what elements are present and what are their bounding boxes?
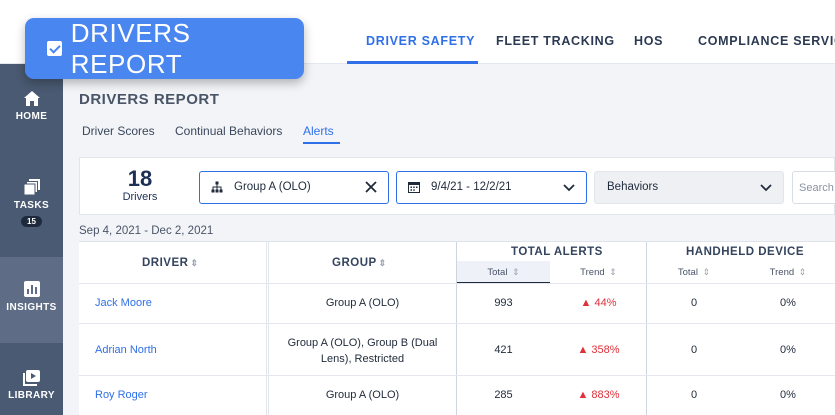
- sort-icon: ⇕: [512, 267, 520, 277]
- tab-fleet-tracking[interactable]: FLEET TRACKING: [496, 34, 615, 48]
- driver-link[interactable]: Jack Moore: [95, 297, 152, 309]
- sort-icon: ⇕: [378, 258, 387, 268]
- filter-panel: 18 Drivers Group A (OLO) 9/4/21 - 12/2/2…: [79, 157, 835, 215]
- search-input[interactable]: Search D: [792, 171, 835, 204]
- clear-icon[interactable]: [364, 180, 378, 194]
- badge-title: DRIVERS REPORT: [70, 17, 191, 79]
- sort-icon: ⇕: [702, 267, 711, 277]
- group-column-header[interactable]: GROUP ⇕: [332, 257, 387, 269]
- driver-header-label: DRIVER: [142, 257, 189, 269]
- handheld-total-subheader[interactable]: Total ⇕: [647, 261, 741, 283]
- subtab-alerts[interactable]: Alerts: [303, 124, 334, 138]
- trend-value: 883%: [591, 389, 620, 401]
- row-divider: [79, 283, 835, 284]
- trend-value: 44%: [594, 297, 617, 309]
- handheld-total-cell: 0: [690, 297, 698, 309]
- driver-count-label: Drivers: [122, 191, 158, 203]
- row-divider: [79, 323, 835, 324]
- handheld-trend-cell: 0%: [780, 389, 796, 401]
- column-divider: [266, 242, 267, 415]
- group-cell: Group A (OLO): [325, 389, 400, 401]
- trend-up-icon: ▲: [577, 389, 589, 401]
- sidebar-label-tasks: TASKS: [13, 200, 50, 211]
- main-content: DRIVERS REPORT Driver Scores Continual B…: [63, 64, 835, 415]
- group-filter-value: Group A (OLO): [234, 181, 311, 193]
- total-alerts-cell: 993: [494, 297, 513, 309]
- trend-up-icon: ▲: [577, 344, 589, 356]
- sidebar-label-library: LIBRARY: [8, 390, 55, 401]
- tab-compliance-services[interactable]: COMPLIANCE SERVICES: [698, 34, 835, 48]
- sidebar-item-insights[interactable]: INSIGHTS: [0, 257, 63, 343]
- total-alerts-cell: 285: [494, 389, 513, 401]
- handheld-trend-cell: 0%: [780, 344, 796, 356]
- sidebar-item-tasks[interactable]: TASKS 15: [0, 178, 63, 238]
- sidebar-label-home: HOME: [15, 111, 48, 122]
- trend-up-icon: ▲: [580, 297, 592, 309]
- row-divider: [79, 375, 835, 376]
- subheader-trend-label: Trend: [580, 267, 605, 278]
- alerts-table: DRIVER ⇕ GROUP ⇕ TOTAL ALERTS HANDHELD DEV…: [79, 241, 835, 415]
- trend-cell: ▲ 358%: [551, 344, 646, 356]
- tasks-icon: [23, 179, 40, 196]
- sidebar-item-library[interactable]: LIBRARY: [0, 369, 63, 415]
- sidebar-item-home[interactable]: HOME: [0, 90, 63, 140]
- tasks-count-badge: 15: [21, 216, 42, 227]
- trend-cell: ▲ 883%: [551, 389, 646, 401]
- active-subtab-underline: [303, 142, 340, 144]
- driver-count-value: 18: [127, 166, 153, 191]
- subheader-total-label: Total: [677, 267, 698, 278]
- total-alerts-header: TOTAL ALERTS: [511, 246, 603, 258]
- subtab-continual-behaviors[interactable]: Continual Behaviors: [175, 124, 282, 138]
- subheader-total-label: Total: [487, 267, 508, 278]
- driver-link[interactable]: Adrian North: [95, 344, 157, 356]
- checkbox-icon: [47, 41, 62, 56]
- behaviors-filter-value: Behaviors: [607, 181, 659, 193]
- home-icon: [23, 91, 40, 106]
- total-alerts-total-subheader[interactable]: Total ⇕: [457, 261, 550, 283]
- chevron-down-icon: [563, 184, 575, 192]
- date-range-label: Sep 4, 2021 - Dec 2, 2021: [79, 225, 214, 237]
- search-placeholder: Search D: [799, 182, 835, 194]
- driver-count: 18 Drivers: [120, 166, 160, 204]
- total-alerts-cell: 421: [494, 344, 513, 356]
- group-filter[interactable]: Group A (OLO): [199, 171, 389, 204]
- handheld-device-header: HANDHELD DEVICE: [686, 246, 805, 258]
- handheld-trend-subheader[interactable]: Trend ⇕: [741, 261, 835, 283]
- trend-value: 358%: [591, 344, 620, 356]
- trend-cell: ▲ 44%: [551, 297, 646, 309]
- driver-link[interactable]: Roy Roger: [95, 389, 148, 401]
- behaviors-filter[interactable]: Behaviors: [594, 171, 784, 204]
- calendar-icon: [408, 182, 420, 193]
- chevron-down-icon: [760, 184, 772, 192]
- sort-icon: ⇕: [798, 267, 807, 277]
- group-cell: Group A (OLO): [325, 297, 400, 309]
- group-header-label: GROUP: [332, 257, 377, 269]
- date-filter-value: 9/4/21 - 12/2/21: [431, 181, 512, 193]
- tab-driver-safety[interactable]: DRIVER SAFETY: [366, 34, 475, 48]
- library-icon: [22, 370, 40, 386]
- driver-column-header[interactable]: DRIVER ⇕: [142, 257, 199, 269]
- handheld-total-cell: 0: [690, 344, 698, 356]
- group-cell: Group A (OLO), Group B (Dual Lens), Rest…: [287, 337, 438, 365]
- sort-icon: ⇕: [190, 258, 199, 268]
- date-filter[interactable]: 9/4/21 - 12/2/21: [396, 171, 587, 204]
- sidebar-label-insights: INSIGHTS: [6, 302, 57, 313]
- page-title: DRIVERS REPORT: [79, 91, 220, 108]
- sort-icon: ⇕: [609, 267, 617, 277]
- hierarchy-icon: [211, 181, 223, 193]
- handheld-trend-cell: 0%: [780, 297, 796, 309]
- insights-icon: [23, 281, 40, 297]
- subheader-trend-label: Trend: [769, 267, 795, 278]
- tab-hos[interactable]: HOS: [634, 34, 663, 48]
- subtab-driver-scores[interactable]: Driver Scores: [82, 124, 155, 138]
- total-alerts-trend-subheader[interactable]: Trend ⇕: [551, 261, 646, 283]
- handheld-total-cell: 0: [690, 389, 698, 401]
- sidebar: HOME TASKS 15 INSIGHTS LIBRARY: [0, 64, 63, 415]
- drivers-report-badge: DRIVERS REPORT: [25, 18, 304, 79]
